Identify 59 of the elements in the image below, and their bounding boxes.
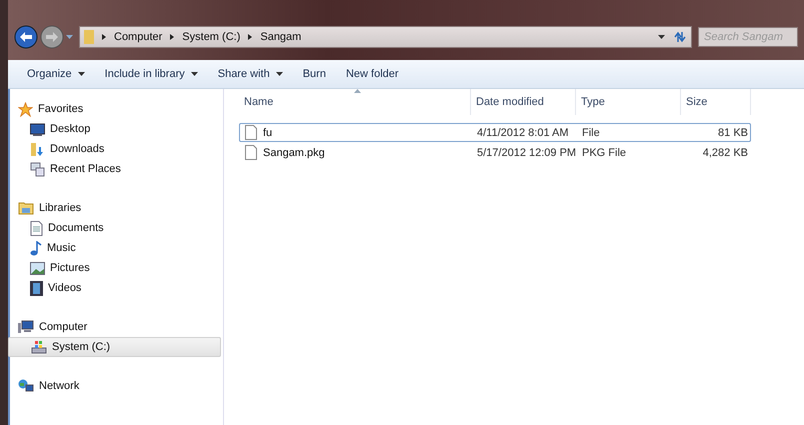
file-icon — [245, 145, 257, 160]
nav-item[interactable]: Music — [8, 238, 221, 258]
file-name: Sangam.pkg — [263, 146, 325, 158]
column-header[interactable]: Size — [681, 89, 751, 115]
folder-download-icon — [30, 142, 45, 156]
caret-icon — [276, 72, 283, 76]
film-icon — [30, 280, 43, 296]
network-icon — [18, 379, 34, 393]
library-folder-icon — [18, 201, 34, 215]
chevron-icon — [102, 34, 106, 40]
column-header[interactable]: Date modified — [471, 89, 576, 115]
breadcrumb-item[interactable]: Sangam — [260, 31, 302, 43]
caret-icon — [78, 72, 85, 76]
back-icon[interactable] — [14, 25, 38, 49]
sort-arrow-icon — [354, 89, 361, 93]
file-icon — [245, 125, 257, 140]
breadcrumb-item[interactable]: System (C:) — [182, 31, 240, 43]
file-name: fu — [263, 126, 272, 138]
dropdown-icon — [658, 35, 665, 39]
nav-item[interactable]: Libraries — [8, 198, 221, 218]
nav-item[interactable]: Videos — [8, 278, 221, 298]
table-cell-text: File — [581, 126, 601, 138]
search-field[interactable]: Search Sangam — [698, 27, 798, 47]
forward-icon[interactable] — [40, 25, 64, 49]
column-header[interactable]: Type — [576, 89, 681, 115]
toolbar-button[interactable]: New folder — [336, 65, 408, 83]
nav-item[interactable]: Computer — [8, 317, 221, 337]
file-row[interactable]: Sangam.pkg 5/17/2012 12:09 PM PKG File 4,282 KB — [239, 143, 751, 162]
caret-icon — [190, 72, 198, 76]
nav-item[interactable]: Network — [8, 376, 221, 396]
table-cell-text: 4/11/2012 8:01 AM — [476, 126, 570, 138]
toolbar-button[interactable]: Include in library — [96, 65, 207, 83]
drive-icon — [31, 340, 47, 354]
table-cell-text: 81 KB — [717, 126, 749, 138]
star-icon — [18, 102, 33, 116]
table-cell-text: 4,282 KB — [702, 146, 749, 158]
file-row[interactable]: fu 4/11/2012 8:01 AM File 81 KB — [239, 123, 751, 142]
breadcrumb-item[interactable]: Computer — [114, 31, 162, 43]
chevron-icon — [170, 34, 174, 40]
refresh-icon[interactable] — [673, 31, 687, 43]
toolbar-button[interactable]: Burn — [294, 65, 335, 83]
nav-item[interactable]: Documents — [8, 218, 221, 238]
table-cell-text: 5/17/2012 12:09 PM — [476, 146, 577, 158]
address-bar[interactable]: Computer System (C:) Sangam — [79, 26, 692, 48]
nav-item[interactable]: System (C:) — [8, 337, 221, 357]
caret-icon — [66, 35, 73, 39]
toolbar-button[interactable]: Share with — [208, 65, 292, 83]
nav-item[interactable]: Desktop — [8, 119, 221, 139]
toolbar-button[interactable]: Organize — [18, 65, 94, 83]
monitor-icon — [30, 122, 45, 136]
nav-item[interactable]: Recent Places — [8, 159, 221, 179]
nav-item[interactable]: Downloads — [8, 139, 221, 159]
music-note-icon — [30, 240, 42, 256]
document-icon — [30, 220, 43, 236]
table-cell-text: PKG File — [581, 146, 628, 158]
nav-item[interactable]: Pictures — [8, 258, 221, 278]
chevron-icon — [248, 34, 252, 40]
nav-item[interactable]: Favorites — [8, 99, 221, 119]
picture-icon — [30, 262, 45, 274]
